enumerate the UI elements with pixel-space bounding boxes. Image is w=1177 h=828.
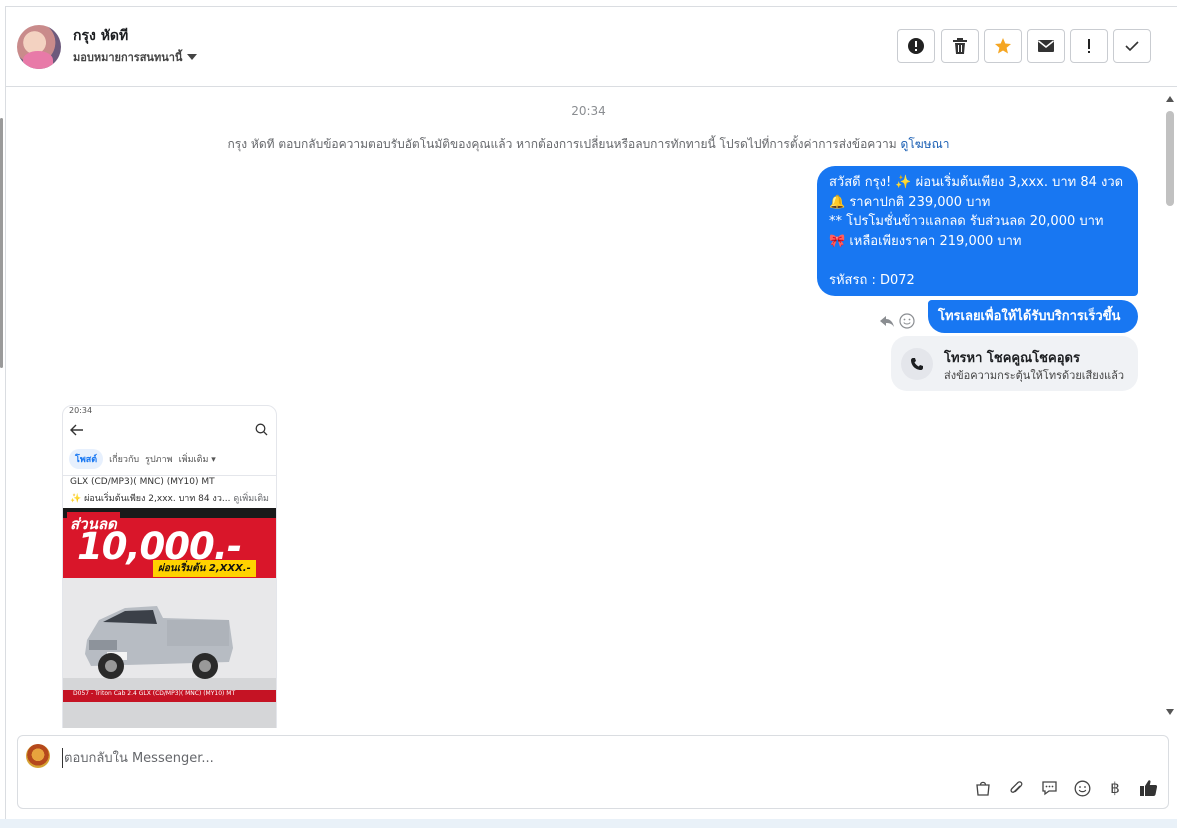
message-thread[interactable]: 20:34 กรุง หัดที ตอบกลับข้อความตอบรับอัต… bbox=[6, 88, 1177, 728]
exclamation-circle-icon bbox=[908, 38, 924, 54]
message-line: 🎀 เหลือเพียงราคา 219,000 บาท bbox=[829, 233, 1022, 249]
mark-spam-button[interactable] bbox=[897, 29, 935, 63]
scrollbar-thumb[interactable] bbox=[1166, 111, 1174, 206]
follow-up-button[interactable] bbox=[1070, 29, 1108, 63]
pickup-truck-image bbox=[85, 606, 233, 679]
caret-down-icon bbox=[187, 54, 198, 60]
phone-status-bar: 20:34 bbox=[69, 406, 93, 415]
react-emoji-icon[interactable] bbox=[899, 313, 915, 329]
message-line: 🔔 ราคาปกติ 239,000 บาท bbox=[829, 194, 991, 210]
star-icon bbox=[995, 38, 1011, 54]
star-button[interactable] bbox=[984, 29, 1022, 63]
bottom-strip bbox=[0, 819, 1177, 828]
attachment-tabs: โพสต์ เกี่ยวกับ รูปภาพ เพิ่มเติม ▾ bbox=[63, 446, 276, 472]
phone-icon bbox=[901, 348, 933, 380]
check-icon bbox=[1125, 41, 1139, 52]
incoming-image-attachment[interactable]: 20:34 โพสต์ เกี่ยวกับ รูปภาพ เพิ่มเติม ▾… bbox=[62, 405, 277, 728]
auto-reply-notice: กรุง หัดที ตอบกลับข้อความตอบรับอัตโนมัติ… bbox=[6, 135, 1171, 154]
delete-button[interactable] bbox=[941, 29, 979, 63]
contact-name[interactable]: กรุง หัดที bbox=[73, 25, 128, 47]
saved-reply-icon[interactable] bbox=[1039, 778, 1059, 798]
message-line: สวัสดี กรุง! ✨ ผ่อนเริ่มต้นเพียง 3,xxx. … bbox=[829, 175, 1124, 190]
baht-icon[interactable]: ฿ bbox=[1105, 778, 1125, 798]
attachment-tab: เพิ่มเติม ▾ bbox=[178, 455, 216, 465]
assign-conversation-dropdown[interactable]: มอบหมายการสนทนานี้ bbox=[73, 48, 198, 66]
attachment-tab: โพสต์ bbox=[69, 449, 104, 469]
shopping-bag-icon[interactable] bbox=[973, 778, 993, 798]
reply-input[interactable] bbox=[62, 748, 762, 768]
promo-installment-label: ผ่อนเริ่มต้น 2,XXX.- bbox=[153, 560, 256, 577]
see-more-link: ดูเพิ่มเติม bbox=[233, 494, 269, 504]
trash-icon bbox=[953, 38, 967, 54]
message-line bbox=[829, 251, 1126, 271]
avatar[interactable] bbox=[17, 25, 61, 69]
conversation-header: กรุง หัดที มอบหมายการสนทนานี้ bbox=[6, 7, 1177, 87]
outgoing-message-bubble[interactable]: สวัสดี กรุง! ✨ ผ่อนเริ่มต้นเพียง 3,xxx. … bbox=[817, 166, 1138, 296]
search-icon bbox=[255, 423, 268, 436]
mark-unread-button[interactable] bbox=[1027, 29, 1065, 63]
notice-text: กรุง หัดที ตอบกลับข้อความตอบรับอัตโนมัติ… bbox=[227, 137, 897, 151]
attachment-description: ✨ ผ่อนเริ่มต้นเพียง 2,xxx. บาท 84 งว... … bbox=[70, 491, 269, 505]
reply-composer: ฿ bbox=[17, 735, 1169, 809]
call-card-subtitle: ส่งข้อความกระตุ้นให้โทรด้วยเสียงแล้ว bbox=[944, 369, 1125, 382]
composer-toolbar: ฿ bbox=[973, 778, 1158, 798]
promo-model-caption: D057 - Triton Cab 2.4 GLX (CD/MP3)( MNC)… bbox=[73, 690, 236, 697]
envelope-icon bbox=[1038, 40, 1054, 52]
page-avatar bbox=[26, 744, 50, 768]
paperclip-icon[interactable] bbox=[1006, 778, 1026, 798]
exclamation-icon bbox=[1088, 39, 1090, 53]
assign-label: มอบหมายการสนทนานี้ bbox=[73, 51, 183, 64]
call-card-title: โทรหา โชคคูณโชคอุดร bbox=[944, 351, 1080, 366]
reply-icon[interactable] bbox=[879, 314, 895, 328]
back-arrow-icon bbox=[70, 424, 83, 436]
scroll-up-arrow-icon[interactable] bbox=[1166, 96, 1174, 102]
promo-image: ส่วนลด 10,000.- ผ่อนเริ่มต้น 2,XXX.- D05… bbox=[63, 508, 276, 728]
attachment-description-text: ✨ ผ่อนเริ่มต้นเพียง 2,xxx. บาท 84 งว... bbox=[70, 494, 231, 504]
view-ad-link[interactable]: ดูโฆษณา bbox=[901, 137, 950, 151]
attachment-navbar bbox=[63, 416, 276, 442]
message-line: รหัสรถ : D072 bbox=[829, 272, 915, 288]
call-request-card[interactable]: โทรหา โชคคูณโชคอุดร ส่งข้อความกระตุ้นให้… bbox=[891, 336, 1138, 391]
thumbs-up-icon[interactable] bbox=[1138, 778, 1158, 798]
divider bbox=[63, 475, 276, 476]
message-timestamp: 20:34 bbox=[571, 104, 606, 118]
scroll-down-arrow-icon[interactable] bbox=[1166, 709, 1174, 715]
outgoing-message-bubble[interactable]: โทรเลยเพื่อให้ได้รับบริการเร็วขึ้น bbox=[928, 300, 1138, 333]
inbox-conversation-panel: กรุง หัดที มอบหมายการสนทนานี้ 20:34 กรุง… bbox=[5, 6, 1177, 819]
message-line: ** โปรโมชั่นข้าวแลกลด รับส่วนลด 20,000 บ… bbox=[829, 214, 1104, 229]
attachment-tab: เกี่ยวกับ bbox=[109, 455, 140, 465]
attachment-description: GLX (CD/MP3)( MNC) (MY10) MT bbox=[70, 477, 215, 487]
attachment-tab: รูปภาพ bbox=[145, 455, 173, 465]
window-scroll-indicator bbox=[0, 118, 3, 368]
mark-done-button[interactable] bbox=[1113, 29, 1151, 63]
emoji-icon[interactable] bbox=[1072, 778, 1092, 798]
message-actions bbox=[879, 313, 915, 329]
